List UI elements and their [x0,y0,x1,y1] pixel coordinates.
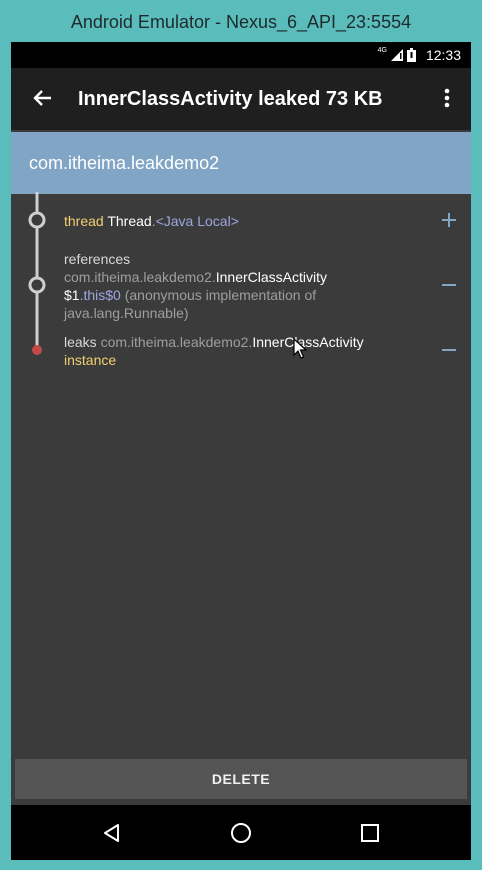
collapse-leaks-button[interactable] [433,334,465,366]
minus-icon [442,349,456,351]
leak-header[interactable]: com.itheima.leakdemo2 [11,132,471,194]
trace-keyword: leaks [64,334,97,350]
trace-package: com.itheima.leakdemo2. [100,334,253,350]
nav-recents-button[interactable] [353,816,387,850]
trace-keyword: references [64,251,131,267]
trace-connector [28,192,46,355]
back-triangle-icon [104,824,119,842]
trace-detail: (anonymous implementation of [124,287,317,303]
trace-package: com.itheima.leakdemo2. [64,269,216,285]
app-toolbar: InnerClassActivity leaked 73 KB [11,68,471,130]
trace-instance-label: instance [64,352,117,368]
expand-thread-button[interactable] [433,204,465,236]
recents-square-icon [361,824,379,842]
arrow-back-icon [33,90,51,106]
trace-class: Thread [107,213,152,229]
trace-node-references [28,276,46,294]
trace-row-references[interactable]: references com.itheima.leakdemo2.InnerCl… [64,250,327,322]
overflow-menu-button[interactable] [431,82,463,114]
mouse-cursor-icon [293,338,307,359]
clock: 12:33 [425,47,461,63]
trace-node-thread [28,211,46,229]
trace-class: InnerClassActivity [215,269,328,285]
home-circle-icon [231,823,251,843]
nav-back-button[interactable] [95,816,129,850]
navigation-bar [11,805,471,860]
delete-button[interactable]: DELETE [15,759,467,799]
trace-class-suffix: $1 [64,287,80,303]
signal-icon [390,49,403,61]
page-title: InnerClassActivity leaked 73 KB [78,88,383,110]
collapse-references-button[interactable] [433,269,465,301]
minus-icon [442,284,456,286]
trace-node-leak [32,345,42,355]
back-button[interactable] [27,82,59,114]
status-bar: 4G 12:33 [11,42,471,68]
window-title: Android Emulator - Nexus_6_API_23:5554 [0,0,482,42]
trace-detail: java.lang.Runnable) [64,305,189,321]
trace-field: <Java Local> [155,213,239,229]
more-vert-icon [444,88,450,108]
package-name: com.itheima.leakdemo2 [29,153,220,173]
battery-icon [406,48,416,62]
network-type-label: 4G [377,46,387,54]
trace-row-thread[interactable]: thread Thread.<Java Local> [64,212,239,230]
plus-icon [442,213,456,227]
trace-row-leaks[interactable]: leaks com.itheima.leakdemo2.InnerClassAc… [64,333,364,369]
trace-field: this$0 [83,287,121,303]
trace-keyword: thread [64,213,104,229]
nav-home-button[interactable] [224,816,258,850]
status-icons: 4G 12:33 [378,42,461,68]
phone-screen: 4G 12:33 InnerClassActivity leaked 73 KB… [11,42,471,860]
trace-class: InnerClassActivity [252,334,364,350]
